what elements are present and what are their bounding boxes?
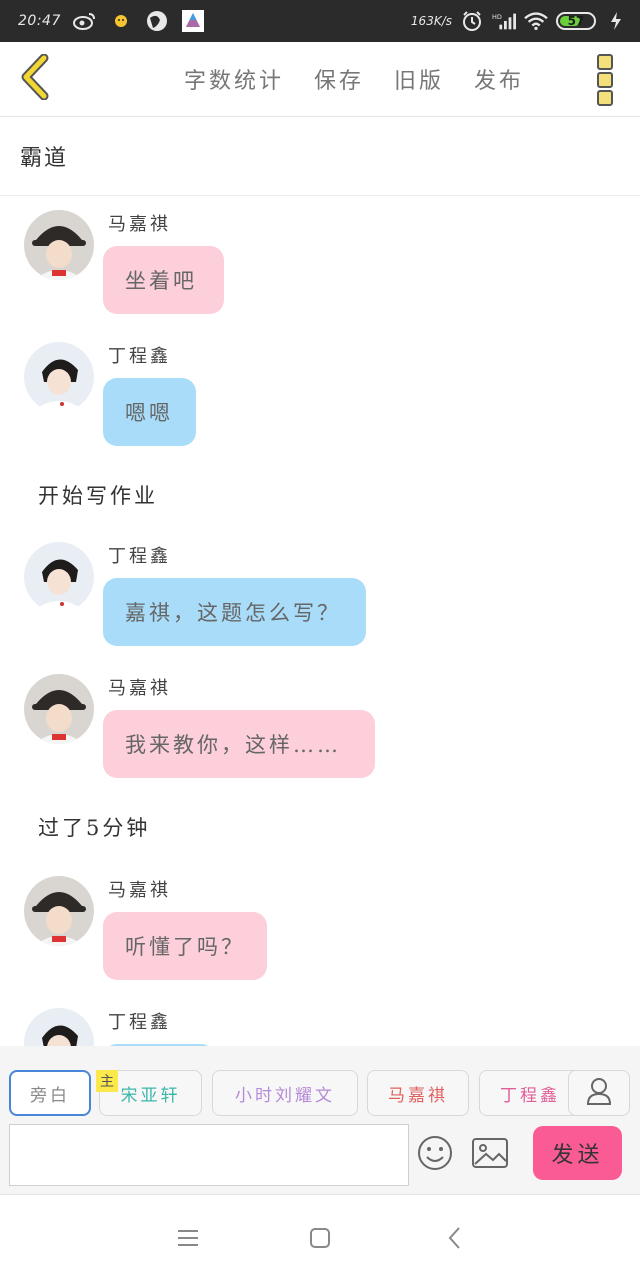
character-ma-jiaqi[interactable]: 马嘉祺 (367, 1070, 469, 1116)
battery-level: 57 (567, 14, 585, 28)
message-bubble[interactable]: 听懂了吗？ (103, 912, 267, 980)
avatar (24, 674, 94, 744)
old-version-button[interactable]: 旧版 (394, 63, 444, 95)
image-icon[interactable] (470, 1134, 510, 1172)
chat-message[interactable]: 丁程鑫 嘉祺，这题怎么写？ (0, 542, 640, 652)
avatar (24, 1008, 94, 1046)
message-bubble[interactable]: 坐着吧 (103, 246, 224, 314)
status-time: 20:47 (18, 13, 61, 29)
word-count-button[interactable]: 字数统计 (184, 63, 284, 95)
alarm-icon (460, 9, 484, 33)
notification-icon (109, 9, 133, 33)
charging-icon (604, 9, 628, 33)
more-icon[interactable] (590, 54, 620, 106)
sender-name: 丁程鑫 (108, 1012, 171, 1033)
battery-icon: 57 (556, 12, 596, 30)
chat-message[interactable]: 马嘉祺 我来教你，这样…… (0, 674, 640, 784)
avatar (24, 542, 94, 612)
composer: 发送 (0, 1120, 640, 1195)
back-button[interactable] (14, 53, 54, 104)
sender-name: 马嘉祺 (108, 678, 171, 699)
character-manage-button[interactable] (568, 1070, 630, 1116)
svg-text:HD: HD (492, 13, 502, 21)
sender-name: 马嘉祺 (108, 214, 171, 235)
message-bubble[interactable]: 我来教你，这样…… (103, 710, 375, 778)
avatar (24, 210, 94, 280)
narration-text[interactable]: 开始写作业 (38, 480, 158, 510)
chevron-left-icon (18, 53, 50, 104)
send-button[interactable]: 发送 (533, 1126, 622, 1180)
message-input[interactable] (9, 1124, 409, 1186)
character-narrator[interactable]: 旁白 (9, 1070, 91, 1116)
back-nav-icon[interactable] (440, 1223, 470, 1253)
wifi-icon (524, 9, 548, 33)
sender-name: 丁程鑫 (108, 546, 171, 567)
character-ding-chengxin[interactable]: 丁程鑫 (479, 1070, 581, 1116)
signal-icon: HD (492, 9, 516, 33)
editor-toolbar: 字数统计 保存 旧版 发布 (0, 42, 640, 117)
weibo-icon (72, 9, 97, 33)
sender-name: 丁程鑫 (108, 346, 171, 367)
save-button[interactable]: 保存 (314, 63, 364, 95)
narration-text[interactable]: 过了5分钟 (38, 812, 150, 842)
chat-message[interactable]: 丁程鑫 (0, 1008, 640, 1046)
sender-name: 马嘉祺 (108, 880, 171, 901)
chat-area[interactable]: 马嘉祺 坐着吧 丁程鑫 嗯嗯 开始写作业 丁程鑫 嘉祺，这题怎么写？ 马嘉祺 我… (0, 196, 640, 1046)
chat-message[interactable]: 丁程鑫 嗯嗯 (0, 342, 640, 452)
publish-button[interactable]: 发布 (474, 63, 524, 95)
character-selector: 旁白 宋亚轩 主 小时刘耀文 马嘉祺 丁程鑫 (0, 1046, 640, 1120)
system-nav-bar (0, 1195, 640, 1280)
chat-message[interactable]: 马嘉祺 坐着吧 (0, 210, 640, 320)
browser-icon (145, 9, 169, 33)
character-liu-yaowen[interactable]: 小时刘耀文 (212, 1070, 358, 1116)
person-icon (586, 1077, 612, 1109)
message-bubble[interactable]: 嗯嗯 (103, 378, 196, 446)
message-bubble[interactable]: 嘉祺，这题怎么写？ (103, 578, 366, 646)
emoji-icon[interactable] (416, 1134, 454, 1172)
avatar (24, 342, 94, 412)
network-speed: 163K/s (410, 14, 452, 28)
lead-badge: 主 (96, 1070, 118, 1092)
avatar (24, 876, 94, 946)
app-icon (181, 9, 205, 33)
chat-message[interactable]: 马嘉祺 听懂了吗？ (0, 876, 640, 986)
story-title: 霸道 (20, 146, 69, 171)
menu-icon[interactable] (173, 1223, 203, 1253)
story-title-row[interactable]: 霸道 (0, 117, 640, 196)
status-bar: 20:47 163K/s HD 57 (0, 0, 640, 42)
home-icon[interactable] (305, 1223, 335, 1253)
